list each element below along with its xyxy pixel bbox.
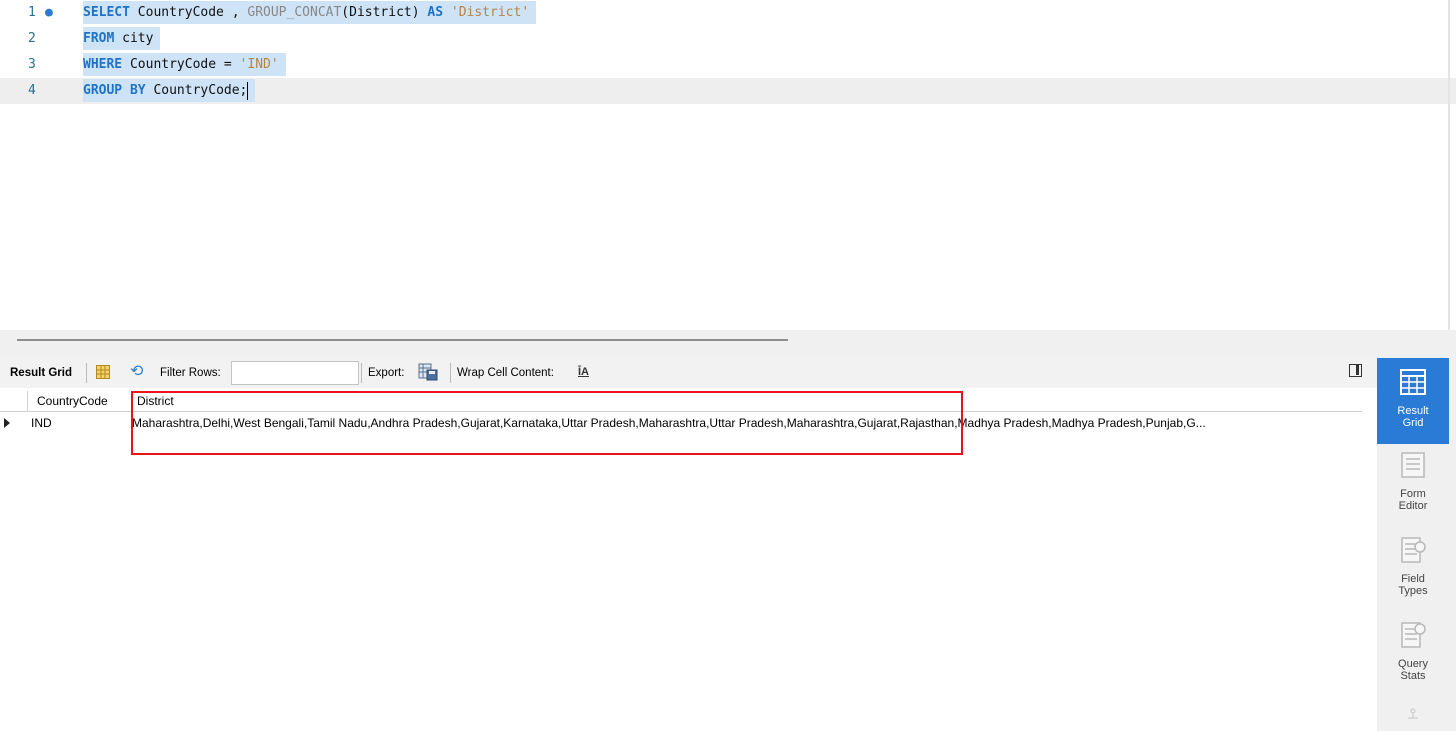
export-label: Export: (368, 367, 405, 379)
field-types-button[interactable]: Field Types (1377, 535, 1449, 605)
field-types-icon (1401, 537, 1426, 563)
editor-scrollbar[interactable] (1448, 0, 1450, 330)
line-number: 2 (28, 31, 36, 46)
code-token: city (114, 31, 154, 46)
line-number: 1 (28, 5, 36, 20)
statement-marker-icon[interactable]: ● (45, 5, 53, 20)
panel-splitter[interactable] (0, 330, 1456, 358)
export-icon[interactable] (418, 363, 438, 381)
code-token: CountryCode; (145, 83, 248, 98)
code-token: WHERE (83, 57, 123, 72)
code-line[interactable]: 1 ● SELECT CountryCode , GROUP_CONCAT(Dist… (0, 0, 1456, 26)
code-token: AS (427, 5, 444, 20)
form-editor-icon (1401, 452, 1425, 478)
grid-layout-icon[interactable] (96, 365, 110, 379)
highlight-annotation-box (131, 391, 963, 455)
toolbar-divider (361, 363, 362, 383)
horizontal-scrollbar[interactable] (17, 339, 788, 341)
code-text[interactable]: WHERE CountryCode = 'IND' (83, 53, 286, 76)
result-grid-label[interactable]: Result Grid (10, 367, 72, 379)
filter-rows-input[interactable] (231, 361, 359, 385)
code-token: SELECT (83, 5, 130, 20)
column-header-countrycode[interactable]: CountryCode (27, 391, 131, 411)
result-grid-button[interactable]: Result Grid (1377, 358, 1449, 444)
query-stats-button[interactable]: Query Stats (1377, 620, 1449, 690)
execution-plan-icon (1408, 708, 1418, 719)
line-number: 4 (28, 83, 36, 98)
code-token: 'IND' (239, 57, 279, 72)
form-editor-button[interactable]: Form Editor (1377, 450, 1449, 520)
wrap-cell-toggle-icon[interactable]: ĪA (578, 366, 589, 378)
code-line[interactable]: 2 FROM city (0, 26, 1456, 52)
code-token: CountryCode = (122, 57, 240, 72)
execution-plan-button[interactable] (1377, 706, 1449, 728)
toggle-side-panel-icon[interactable] (1349, 364, 1362, 377)
current-row-indicator-icon (4, 418, 10, 428)
line-number: 3 (28, 57, 36, 72)
result-side-panel: Result Grid Form Editor Field Types Query St… (1377, 358, 1456, 731)
refresh-icon[interactable]: ⟲ (130, 364, 143, 380)
sql-editor[interactable]: 1 ● SELECT CountryCode , GROUP_CONCAT(Dist… (0, 0, 1456, 330)
code-line[interactable]: 3 WHERE CountryCode = 'IND' (0, 52, 1456, 78)
query-stats-icon (1401, 622, 1426, 648)
code-line[interactable]: 4 GROUP BY CountryCode; (0, 78, 1456, 104)
cell-countrycode[interactable]: IND (31, 413, 126, 433)
code-text[interactable]: SELECT CountryCode , GROUP_CONCAT(Distri… (83, 1, 537, 24)
code-token: (District) (341, 5, 428, 20)
code-token: CountryCode , (129, 5, 248, 20)
result-grid-icon (1400, 369, 1426, 395)
result-toolbar: Result Grid ⟲ Filter Rows: Export: Wrap … (0, 358, 1377, 388)
side-label: Result Grid (1397, 405, 1429, 429)
code-token: FROM (83, 31, 115, 46)
result-grid[interactable]: CountryCode District IND Maharashtra,Del… (0, 388, 1377, 731)
filter-rows-label: Filter Rows: (160, 367, 221, 379)
toolbar-divider (450, 363, 451, 383)
code-text[interactable]: GROUP BY CountryCode; (83, 79, 256, 102)
code-token: GROUP BY (83, 83, 146, 98)
code-text[interactable]: FROM city (83, 27, 161, 50)
code-token: GROUP_CONCAT (247, 5, 342, 20)
text-caret (247, 81, 249, 100)
toolbar-divider (86, 363, 87, 383)
wrap-cell-content-label: Wrap Cell Content: (457, 367, 554, 379)
code-token: 'District' (450, 5, 530, 20)
